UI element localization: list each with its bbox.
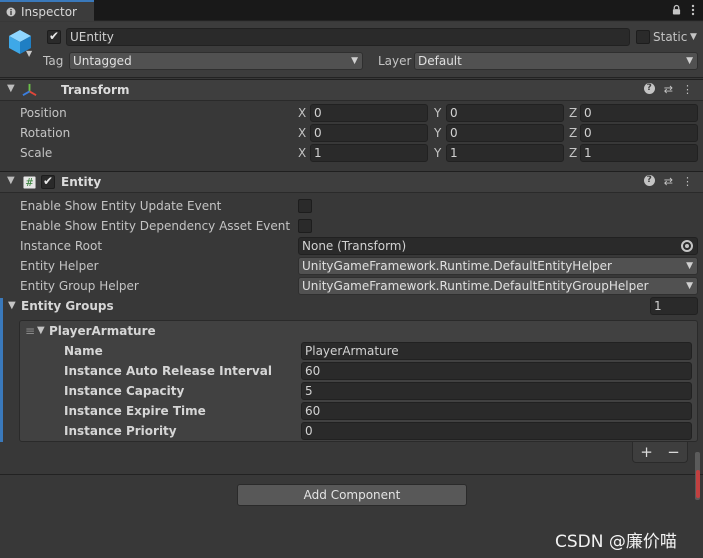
- chevron-down-icon: ▼: [686, 56, 693, 66]
- layer-value: Default: [418, 54, 462, 68]
- transform-title: Transform: [61, 83, 130, 97]
- show-update-event-checkbox[interactable]: [298, 199, 312, 213]
- info-icon: [6, 7, 16, 16]
- active-toggle[interactable]: [47, 29, 61, 44]
- tag-value: Untagged: [73, 54, 132, 68]
- svg-text:#: #: [25, 178, 34, 189]
- axis-z-label[interactable]: Z: [569, 105, 577, 121]
- drag-handle-icon[interactable]: ≡: [25, 323, 35, 339]
- entity-enabled-toggle[interactable]: [41, 174, 55, 189]
- modified-indicator: [0, 298, 3, 442]
- foldout-arrow-icon[interactable]: ▼: [7, 83, 15, 94]
- axis-x-label[interactable]: X: [298, 105, 306, 121]
- tag-label: Tag: [43, 54, 64, 68]
- preset-icon[interactable]: ⇄: [664, 175, 673, 188]
- kebab-menu-icon[interactable]: ⋮: [682, 83, 693, 96]
- entity-helper-value: UnityGameFramework.Runtime.DefaultEntity…: [302, 259, 612, 273]
- entity-group-helper-label: Entity Group Helper: [20, 279, 139, 293]
- foldout-arrow-icon[interactable]: ▼: [7, 175, 15, 186]
- watermark: CSDN @廉价喵: [555, 532, 677, 552]
- scrollbar-marker: [696, 470, 700, 498]
- foldout-arrow-icon[interactable]: ▼: [8, 298, 16, 314]
- instance-priority-field[interactable]: 0: [301, 422, 692, 440]
- divider: [0, 474, 703, 475]
- instance-root-field[interactable]: None (Transform): [298, 237, 698, 255]
- scale-label: Scale: [20, 146, 53, 160]
- foldout-arrow-icon[interactable]: ▼: [37, 323, 45, 339]
- auto-release-interval-label: Instance Auto Release Interval: [64, 364, 272, 378]
- axis-x-label[interactable]: X: [298, 125, 306, 141]
- scale-z-field[interactable]: 1: [580, 144, 698, 162]
- entity-groups-label[interactable]: Entity Groups: [21, 298, 114, 314]
- icon-dropdown-caret[interactable]: ▼: [26, 49, 32, 58]
- position-y-field[interactable]: 0: [446, 104, 564, 122]
- layer-dropdown[interactable]: Default ▼: [414, 52, 698, 70]
- position-z-field[interactable]: 0: [580, 104, 698, 122]
- tab-label: Inspector: [21, 4, 77, 19]
- chevron-down-icon: ▼: [351, 56, 358, 66]
- group-name-label: Name: [64, 344, 103, 358]
- static-label[interactable]: Static: [653, 29, 687, 45]
- instance-priority-label: Instance Priority: [64, 424, 177, 438]
- group-name-field[interactable]: PlayerArmature: [301, 342, 692, 360]
- instance-expire-time-field[interactable]: 60: [301, 402, 692, 420]
- kebab-menu-icon[interactable]: [691, 4, 695, 16]
- axis-y-label[interactable]: Y: [434, 105, 441, 121]
- axis-y-label[interactable]: Y: [434, 125, 441, 141]
- add-component-button[interactable]: Add Component: [237, 484, 467, 506]
- chevron-down-icon: ▼: [686, 281, 693, 291]
- tag-dropdown[interactable]: Untagged ▼: [69, 52, 363, 70]
- instance-root-label: Instance Root: [20, 239, 103, 253]
- axis-z-label[interactable]: Z: [569, 125, 577, 141]
- instance-expire-time-label: Instance Expire Time: [64, 404, 206, 418]
- add-element-button[interactable]: +: [640, 443, 653, 461]
- transform-header[interactable]: ▼ Transform ? ⇄ ⋮: [0, 79, 703, 101]
- tab-inspector[interactable]: Inspector: [0, 0, 94, 21]
- entity-header[interactable]: ▼ # Entity ? ⇄ ⋮: [0, 171, 703, 193]
- scale-x-field[interactable]: 1: [310, 144, 428, 162]
- object-picker-icon[interactable]: [681, 240, 693, 252]
- axis-y-label[interactable]: Y: [434, 145, 441, 161]
- kebab-menu-icon[interactable]: ⋮: [682, 175, 693, 188]
- transform-icon: [22, 83, 37, 97]
- help-icon[interactable]: ?: [643, 175, 655, 186]
- entity-groups-count-field[interactable]: 1: [650, 297, 698, 315]
- show-dependency-event-label: Enable Show Entity Dependency Asset Even…: [20, 219, 291, 233]
- tab-bar: Inspector: [0, 0, 703, 21]
- entity-group-helper-value: UnityGameFramework.Runtime.DefaultEntity…: [302, 279, 649, 293]
- preset-icon[interactable]: ⇄: [664, 83, 673, 96]
- position-x-field[interactable]: 0: [310, 104, 428, 122]
- gameobject-header: ▼ UEntity Static ▼ Tag Untagged ▼ Layer …: [0, 22, 703, 78]
- entity-title: Entity: [61, 175, 102, 189]
- show-update-event-label: Enable Show Entity Update Event: [20, 199, 222, 213]
- chevron-down-icon: ▼: [686, 261, 693, 271]
- static-dropdown-caret[interactable]: ▼: [690, 29, 697, 45]
- axis-z-label[interactable]: Z: [569, 145, 577, 161]
- group-element-title[interactable]: PlayerArmature: [49, 323, 156, 339]
- static-checkbox[interactable]: [636, 30, 650, 44]
- lock-icon[interactable]: [672, 4, 681, 16]
- instance-capacity-field[interactable]: 5: [301, 382, 692, 400]
- instance-capacity-label: Instance Capacity: [64, 384, 185, 398]
- script-icon: #: [23, 176, 36, 189]
- help-icon[interactable]: ?: [643, 83, 655, 94]
- entity-helper-label: Entity Helper: [20, 259, 99, 273]
- auto-release-interval-field[interactable]: 60: [301, 362, 692, 380]
- axis-x-label[interactable]: X: [298, 145, 306, 161]
- position-label: Position: [20, 106, 67, 120]
- show-dependency-event-checkbox[interactable]: [298, 219, 312, 233]
- remove-element-button[interactable]: −: [667, 443, 680, 461]
- instance-root-value: None (Transform): [302, 239, 407, 253]
- entity-helper-dropdown[interactable]: UnityGameFramework.Runtime.DefaultEntity…: [298, 257, 698, 275]
- rotation-z-field[interactable]: 0: [580, 124, 698, 142]
- rotation-label: Rotation: [20, 126, 71, 140]
- rotation-y-field[interactable]: 0: [446, 124, 564, 142]
- gameobject-name-field[interactable]: UEntity: [66, 28, 630, 46]
- list-add-remove-bar: + −: [632, 442, 688, 463]
- scale-y-field[interactable]: 1: [446, 144, 564, 162]
- entity-group-helper-dropdown[interactable]: UnityGameFramework.Runtime.DefaultEntity…: [298, 277, 698, 295]
- rotation-x-field[interactable]: 0: [310, 124, 428, 142]
- layer-label: Layer: [378, 54, 412, 68]
